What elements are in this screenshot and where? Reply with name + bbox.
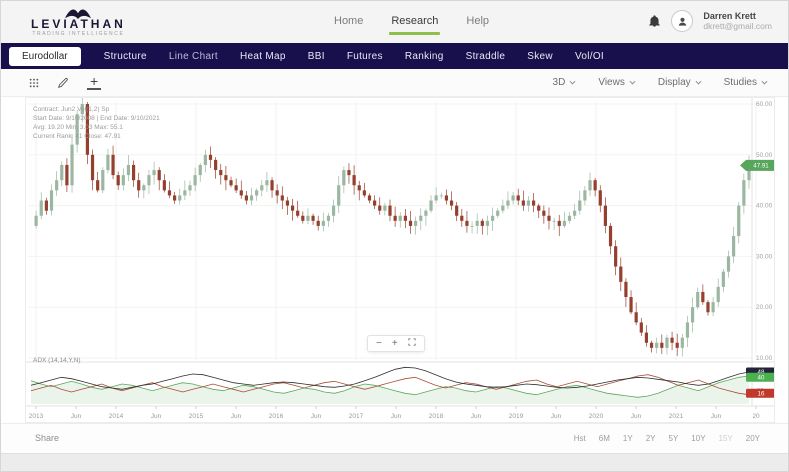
tab-ranking[interactable]: Ranking [405,51,444,62]
svg-text:16: 16 [758,391,765,398]
chevron-down-icon [695,80,702,85]
svg-text:40.00: 40.00 [756,203,773,210]
svg-text:Jun: Jun [311,413,322,420]
dropdown-studies[interactable]: Studies [724,77,768,88]
tab-skew[interactable]: Skew [527,51,553,62]
range-20y[interactable]: 20Y [746,434,760,443]
pencil-icon[interactable] [57,77,69,89]
user-name: Darren Krett [703,11,772,21]
tab-futures[interactable]: Futures [347,51,383,62]
svg-text:2019: 2019 [509,413,524,420]
fullscreen-icon[interactable] [408,338,416,349]
nav-help[interactable]: Help [466,15,489,35]
brand-logo[interactable]: LEVIATHAN TRADING INTELLIGENCE [31,6,126,37]
chevron-down-icon [761,80,768,85]
dropdown-display[interactable]: Display [658,77,702,88]
active-nav-underline [389,32,440,35]
range-5y[interactable]: 5Y [669,434,679,443]
svg-text:10.00: 10.00 [756,355,773,362]
svg-text:2013: 2013 [29,413,44,420]
svg-text:2016: 2016 [269,413,284,420]
dropdown-3d[interactable]: 3D [553,77,577,88]
tab-vol-oi[interactable]: Vol/OI [575,51,604,62]
tab-line-chart[interactable]: Line Chart [169,51,218,62]
app-window: LEVIATHAN TRADING INTELLIGENCE Home Rese… [0,0,789,472]
module-tab-bar: Eurodollar Structure Line Chart Heat Map… [1,43,788,69]
user-text: Darren Krett dkrett@gmail.com [703,11,772,31]
svg-text:Jun: Jun [631,413,642,420]
brand-tagline: TRADING INTELLIGENCE [31,31,126,37]
svg-text:30.00: 30.00 [756,253,773,260]
person-icon [677,16,688,27]
tab-heat-map[interactable]: Heat Map [240,51,286,62]
top-nav: Home Research Help [334,15,489,35]
zoom-in-button[interactable]: + [392,339,398,349]
zoom-out-button[interactable]: − [376,339,382,349]
price-chart-canvas[interactable]: 60.0050.0040.0030.0020.0010.002013Jun201… [26,98,774,422]
user-cluster: Darren Krett dkrett@gmail.com [648,10,772,32]
range-2y[interactable]: 2Y [646,434,656,443]
svg-text:Jun: Jun [71,413,82,420]
grid-layout-icon[interactable] [29,78,39,88]
range-10y[interactable]: 10Y [691,434,705,443]
window-bottom-strip [1,453,788,472]
svg-text:2020: 2020 [589,413,604,420]
svg-text:2018: 2018 [429,413,444,420]
svg-text:2015: 2015 [189,413,204,420]
svg-text:20.00: 20.00 [756,304,773,311]
chevron-down-icon [569,80,576,85]
svg-text:2014: 2014 [109,413,124,420]
bottom-bar: Share Hst 6M 1Y 2Y 5Y 10Y 15Y 20Y [1,423,788,454]
chevron-down-icon [629,80,636,85]
chart-toolbar: + 3D Views Display Studies [1,69,788,97]
avatar[interactable] [671,10,693,32]
svg-text:Jun: Jun [391,413,402,420]
header: LEVIATHAN TRADING INTELLIGENCE Home Rese… [1,1,788,43]
svg-text:2021: 2021 [669,413,684,420]
svg-text:Jun: Jun [551,413,562,420]
svg-text:Jun: Jun [151,413,162,420]
brand-name: LEVIATHAN [31,19,126,30]
range-hst[interactable]: Hst [574,434,586,443]
add-tool-icon[interactable]: + [87,75,101,90]
range-selector: Hst 6M 1Y 2Y 5Y 10Y 15Y 20Y [574,434,760,443]
tab-straddle[interactable]: Straddle [466,51,506,62]
tab-eurodollar[interactable]: Eurodollar [9,47,81,66]
range-1y[interactable]: 1Y [623,434,633,443]
tab-bbi[interactable]: BBI [308,51,325,62]
svg-text:Jun: Jun [231,413,242,420]
drawing-tools: + [29,69,101,96]
share-button[interactable]: Share [35,433,59,443]
zoom-controls: − + [367,335,425,352]
svg-text:50.00: 50.00 [756,152,773,159]
range-15y[interactable]: 15Y [719,434,733,443]
nav-home[interactable]: Home [334,15,363,35]
nav-research[interactable]: Research [391,15,438,35]
svg-text:20: 20 [752,413,760,420]
svg-text:Jun: Jun [471,413,482,420]
svg-text:60.00: 60.00 [756,101,773,108]
user-email: dkrett@gmail.com [703,21,772,31]
bell-icon[interactable] [648,14,661,28]
view-dropdowns: 3D Views Display Studies [553,69,768,96]
svg-text:40: 40 [758,375,765,382]
range-6m[interactable]: 6M [599,434,610,443]
svg-text:2017: 2017 [349,413,364,420]
dropdown-views[interactable]: Views [598,77,636,88]
svg-text:47.91: 47.91 [753,163,769,170]
svg-text:Jun: Jun [711,413,722,420]
chart-card: 60.0050.0040.0030.0020.0010.002013Jun201… [25,97,775,423]
tab-structure[interactable]: Structure [104,51,147,62]
